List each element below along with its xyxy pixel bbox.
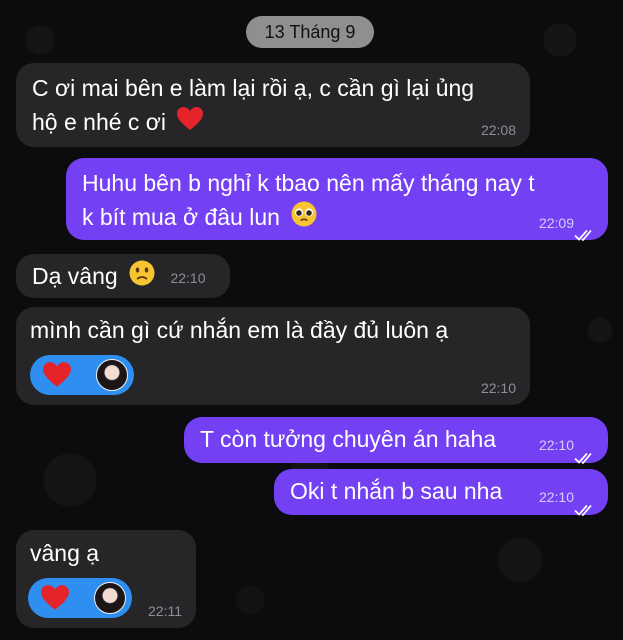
- date-divider: 13 Tháng 9: [246, 16, 374, 48]
- message-bubble-outgoing-5[interactable]: T còn tưởng chuyên án haha 22:10: [184, 417, 608, 465]
- message-timestamp: 22:10: [538, 489, 574, 505]
- message-text: Oki t nhắn b sau nha: [290, 478, 503, 504]
- red-heart-reaction-icon: [40, 584, 70, 612]
- message-timestamp: 22:08: [480, 122, 516, 138]
- message-text-line: hộ e nhé c ơi: [32, 105, 514, 141]
- double-check-icon: [574, 440, 596, 465]
- message-text: T còn tưởng chuyên án haha: [200, 426, 497, 452]
- reaction-pill[interactable]: [28, 578, 132, 618]
- message-text: hộ e nhé c ơi: [32, 109, 167, 135]
- slightly-frowning-face-emoji-icon: [128, 259, 156, 296]
- red-heart-emoji-icon: [176, 106, 204, 141]
- message-bubble-outgoing-6[interactable]: Oki t nhắn b sau nha 22:10: [274, 469, 608, 517]
- message-text: k bít mua ở đâu lun: [82, 204, 280, 230]
- message-text: vâng ạ: [30, 540, 100, 566]
- message-timestamp: 22:10: [538, 437, 574, 453]
- pleading-face-emoji-icon: [290, 200, 318, 237]
- message-timestamp: 22:10: [480, 380, 516, 396]
- double-check-icon: [574, 217, 596, 242]
- message-bubble-incoming-3[interactable]: Dạ vâng 22:10: [16, 254, 230, 298]
- message-bubble-outgoing-2[interactable]: Huhu bên b nghỉ k tbao nên mấy tháng nay…: [66, 158, 608, 242]
- message-text-line: k bít mua ở đâu lun: [82, 200, 592, 237]
- message-text-line: Huhu bên b nghỉ k tbao nên mấy tháng nay…: [82, 170, 535, 196]
- message-bubble-incoming-1[interactable]: C ơi mai bên e làm lại rồi ạ, c cần gì l…: [16, 63, 530, 147]
- message-timestamp: 22:09: [538, 215, 574, 231]
- red-heart-reaction-icon: [42, 361, 72, 389]
- reactor-avatar: [94, 582, 126, 614]
- double-check-icon: [574, 492, 596, 517]
- reactor-avatar: [96, 359, 128, 391]
- message-bubble-incoming-7[interactable]: vâng ạ 22:11: [16, 530, 196, 628]
- message-text: mình cần gì cứ nhắn em là đầy đủ luôn ạ: [30, 317, 449, 343]
- reaction-pill[interactable]: [30, 355, 134, 395]
- message-text: Dạ vâng: [32, 263, 118, 289]
- message-bubble-incoming-4[interactable]: mình cần gì cứ nhắn em là đầy đủ luôn ạ …: [16, 307, 530, 405]
- message-text-line: C ơi mai bên e làm lại rồi ạ, c cần gì l…: [32, 75, 475, 101]
- message-timestamp: 22:11: [148, 603, 182, 619]
- message-timestamp: 22:10: [170, 269, 206, 286]
